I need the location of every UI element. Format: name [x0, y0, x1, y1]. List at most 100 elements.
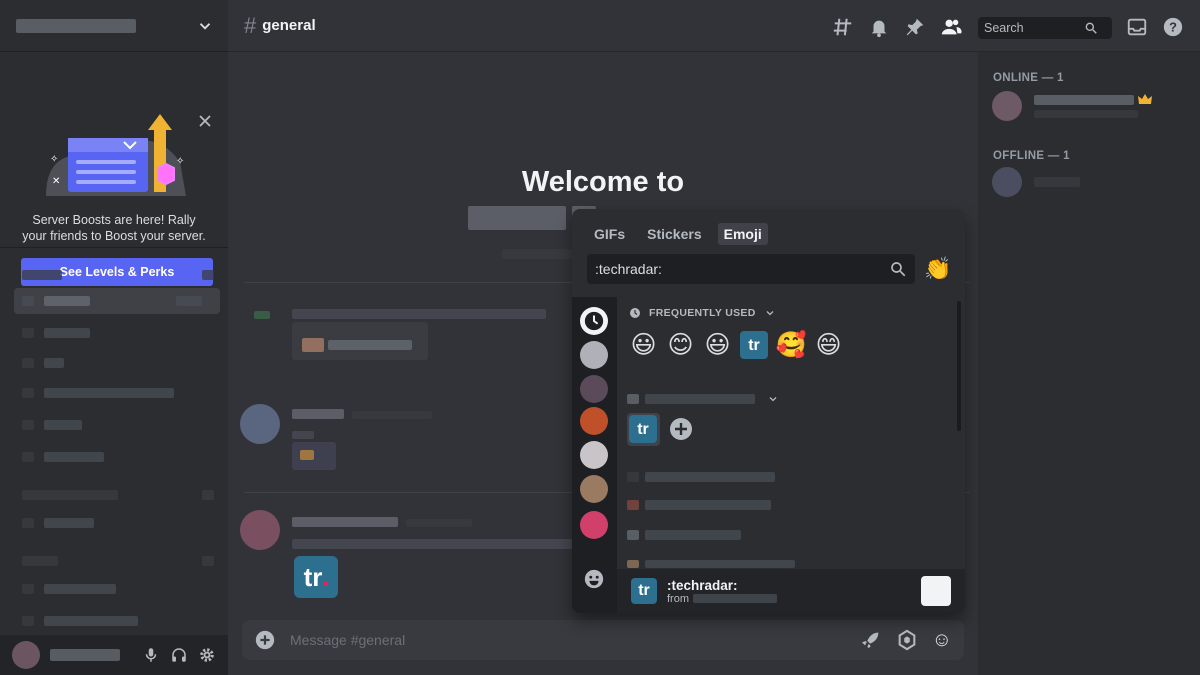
channel-item[interactable] [14, 350, 220, 376]
channel-item[interactable] [14, 576, 220, 602]
picker-tabs: GIFs Stickers Emoji [588, 223, 768, 245]
emoji-smiley[interactable]: 😃 [701, 329, 734, 362]
user-panel [0, 635, 228, 675]
emoji-techradar-selected[interactable]: tr [627, 413, 660, 446]
pin-icon[interactable] [904, 16, 926, 38]
clock-icon [584, 311, 604, 331]
chevron-down-icon [766, 311, 774, 316]
emoji-scrollbar[interactable] [957, 301, 961, 431]
member-avatar [992, 167, 1022, 197]
frequently-used-header[interactable]: FREQUENTLY USED [629, 307, 776, 319]
skin-tone-selector[interactable]: 👏 [924, 255, 951, 283]
sticker-icon[interactable] [896, 629, 918, 651]
svg-text:✧: ✧ [50, 154, 58, 165]
server-category-header[interactable] [627, 393, 779, 405]
message-embed-blurred [292, 322, 428, 360]
category-blurred[interactable] [14, 482, 220, 508]
category-recent[interactable] [580, 307, 608, 335]
emoji-smiley[interactable]: 😃 [627, 329, 660, 362]
category-blurred[interactable] [14, 262, 220, 288]
clock-icon [630, 308, 640, 318]
channel-header: # general ? [228, 0, 1200, 52]
message-composer: ☺ [242, 620, 964, 660]
hash-icon: # [244, 12, 257, 38]
preview-emoji-name: :techradar: [667, 577, 738, 593]
microphone-icon[interactable] [142, 646, 160, 664]
rocket-icon[interactable] [860, 629, 882, 651]
gear-icon[interactable] [198, 646, 216, 664]
channel-list [0, 256, 228, 636]
channel-item[interactable] [14, 380, 220, 406]
message-input[interactable] [290, 632, 860, 648]
chevron-down-icon [769, 397, 777, 402]
category-server[interactable] [580, 441, 608, 469]
emoji-search-box[interactable] [587, 254, 915, 284]
server-emoji-row: tr [627, 413, 697, 446]
category-server[interactable] [580, 341, 608, 369]
category-blurred[interactable] [14, 548, 220, 574]
server-header[interactable] [0, 0, 228, 52]
emoji-techradar[interactable]: tr [738, 329, 771, 362]
channel-item[interactable] [14, 412, 220, 438]
emoji-blush[interactable]: 😊 [664, 329, 697, 362]
message-image-blurred[interactable] [292, 442, 336, 470]
member-item[interactable] [992, 166, 1182, 198]
message-author-blurred [292, 514, 472, 532]
category-server[interactable] [580, 375, 608, 403]
tab-emoji[interactable]: Emoji [717, 223, 768, 245]
svg-text:?: ? [1169, 20, 1177, 35]
server-category-blurred[interactable] [627, 469, 775, 487]
server-category-blurred[interactable] [627, 497, 771, 515]
search-input[interactable] [984, 21, 1084, 35]
member-list: ONLINE — 1 OFFLINE — 1 [978, 52, 1200, 675]
search-icon [891, 262, 906, 277]
emoji-smiling-hearts[interactable]: 🥰 [775, 329, 808, 362]
preview-from-label: from [667, 592, 689, 605]
member-avatar [992, 91, 1022, 121]
message-author-blurred [292, 406, 432, 424]
category-server[interactable] [580, 475, 608, 503]
emoji-smile[interactable]: 😄 [812, 329, 845, 362]
member-item[interactable] [992, 90, 1182, 122]
inbox-icon[interactable] [1126, 16, 1148, 38]
message-text-blurred [292, 536, 572, 554]
emoji-search-input[interactable] [595, 261, 889, 277]
channel-item[interactable] [14, 320, 220, 346]
crown-icon [1138, 94, 1152, 104]
channel-item[interactable] [14, 608, 220, 634]
threads-icon[interactable] [832, 16, 854, 38]
headphones-icon[interactable] [170, 646, 188, 664]
tab-stickers[interactable]: Stickers [641, 223, 707, 245]
close-icon[interactable] [198, 114, 212, 128]
tab-gifs[interactable]: GIFs [588, 223, 631, 245]
user-avatar[interactable] [240, 510, 280, 550]
help-icon[interactable]: ? [1162, 16, 1184, 38]
channel-item-active[interactable] [14, 288, 220, 314]
boost-illustration-icon: ✧ ✧ ✕ [46, 114, 186, 196]
category-server[interactable] [580, 407, 608, 435]
channel-item[interactable] [14, 510, 220, 536]
smiley-icon [584, 569, 604, 589]
search-box[interactable] [978, 17, 1112, 39]
channel-item[interactable] [14, 444, 220, 470]
techradar-emoji-message[interactable]: tr [294, 556, 338, 598]
offline-header: OFFLINE — 1 [993, 150, 1070, 162]
picker-body: FREQUENTLY USED 😃 😊 😃 tr 🥰 😄 tr tr:tech… [572, 297, 965, 613]
plus-circle-icon [669, 418, 692, 440]
members-icon[interactable] [940, 16, 962, 38]
category-people[interactable] [580, 565, 608, 593]
welcome-heading: Welcome to [521, 166, 685, 198]
user-avatar[interactable] [12, 641, 40, 669]
add-attachment-icon[interactable] [254, 629, 276, 651]
emoji-picker: GIFs Stickers Emoji 👏 FREQUENTLY USED [572, 209, 965, 613]
boost-description: Server Boosts are here! Rally your frien… [22, 213, 206, 243]
user-avatar[interactable] [240, 404, 280, 444]
message-icon-blurred [254, 306, 270, 324]
add-emoji-button[interactable] [664, 413, 697, 446]
bell-icon[interactable] [868, 16, 890, 38]
username-blurred [50, 649, 120, 661]
server-category-blurred[interactable] [627, 527, 741, 545]
preview-server-icon [921, 576, 951, 606]
emoji-picker-button[interactable]: ☺ [932, 629, 952, 651]
category-server[interactable] [580, 511, 608, 539]
